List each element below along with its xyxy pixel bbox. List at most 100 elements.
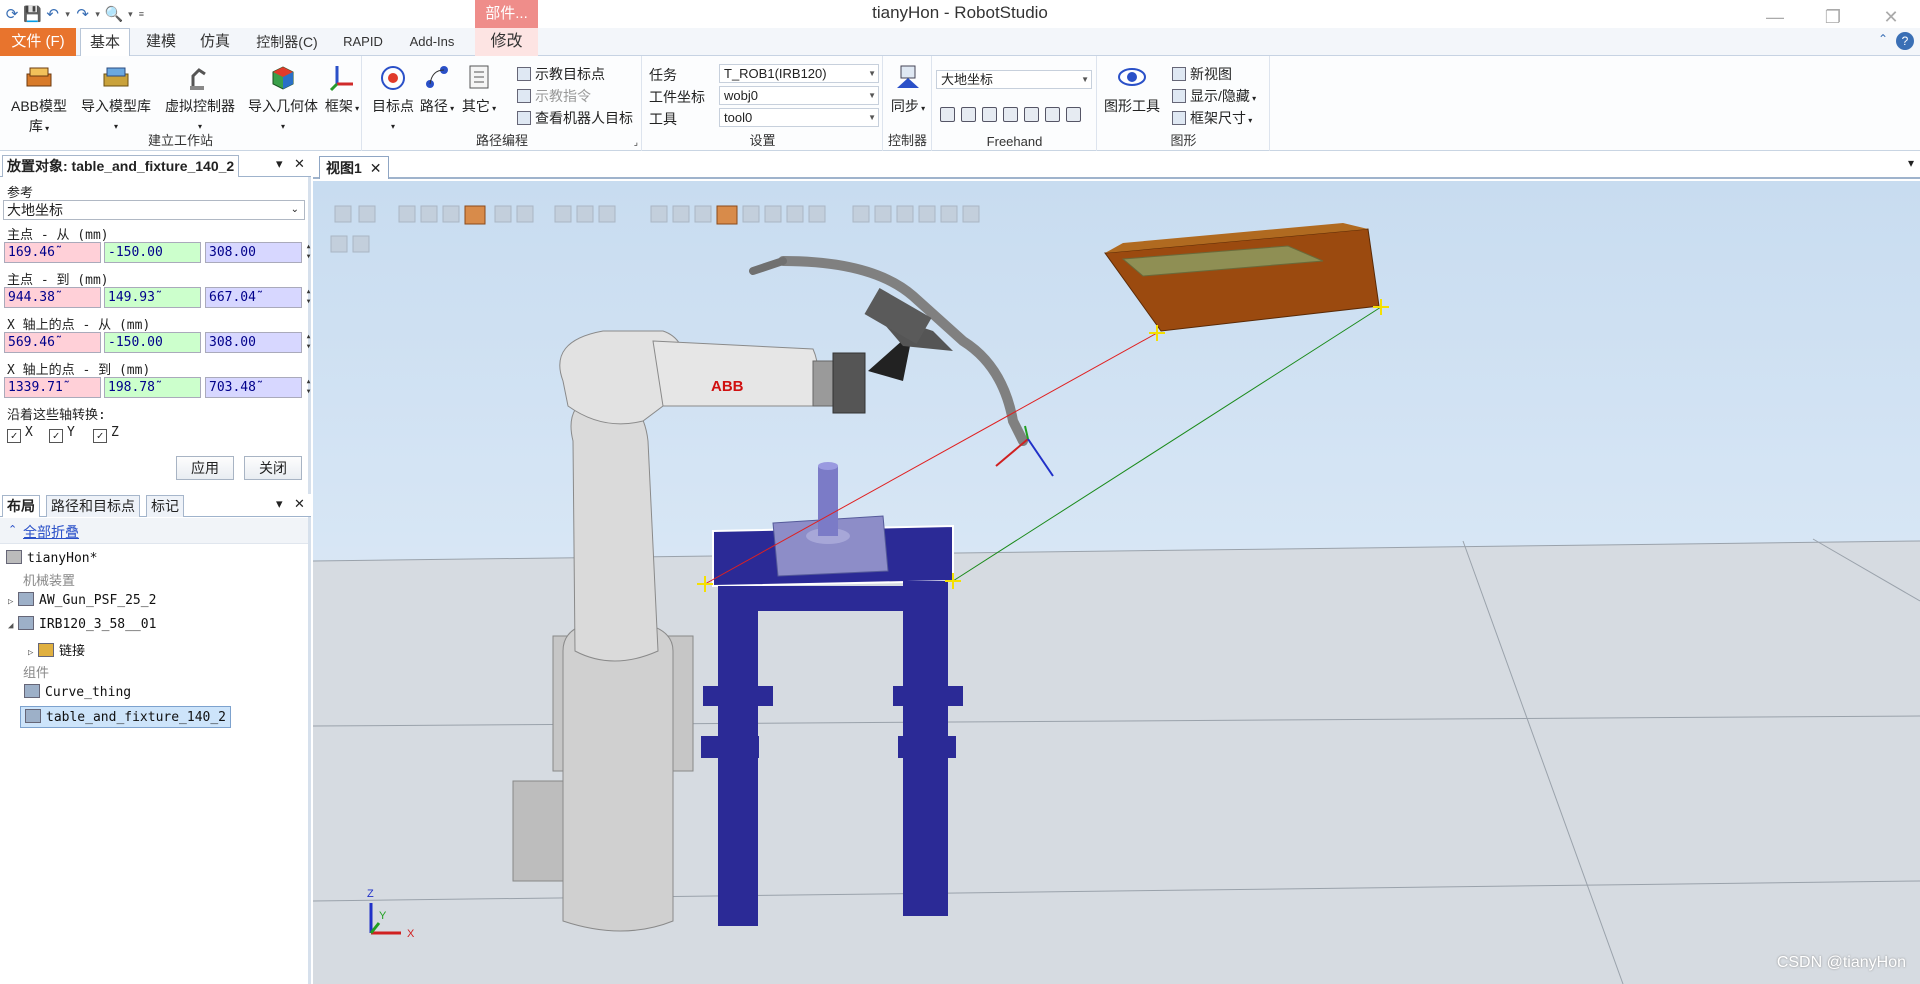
close-button[interactable]: 关闭 xyxy=(244,456,302,480)
x-from-x-field[interactable]: 569.46˜▲▼ xyxy=(4,332,109,353)
axis-z-checkbox[interactable]: ✓ Z xyxy=(93,425,119,443)
component-icon xyxy=(25,709,41,723)
x-to-x-field[interactable]: 1339.71˜▲▼ xyxy=(4,377,109,398)
multi-robot-jog-icon[interactable] xyxy=(1045,106,1060,122)
frame-icon xyxy=(329,66,353,92)
axis-y-checkbox[interactable]: ✓ Y xyxy=(49,425,75,443)
show-hide-icon xyxy=(1172,89,1186,103)
folder-icon xyxy=(38,643,54,657)
new-view-button[interactable]: 新视图 xyxy=(1172,64,1232,84)
watermark: CSDN @tianyHon xyxy=(1776,954,1906,971)
abb-library-button[interactable]: ABB模型库 ▾ xyxy=(5,62,73,134)
reference-label: 参考 xyxy=(7,186,34,201)
collapse-all-link[interactable]: 全部折叠 xyxy=(23,522,79,542)
rotate-icon[interactable] xyxy=(961,106,976,122)
task-combo[interactable]: T_ROB1(IRB120) ▼ xyxy=(719,64,879,83)
tab-tags[interactable]: 标记 xyxy=(146,495,184,517)
x-from-label: X 轴上的点 - 从 (mm) xyxy=(7,318,151,333)
group-label-freehand: Freehand xyxy=(986,134,1043,149)
import-library-button[interactable]: 导入模型库 ▾ xyxy=(80,62,152,131)
target-button[interactable]: 目标点 ▾ xyxy=(371,62,415,131)
tab-file[interactable]: 文件 (F) xyxy=(0,28,76,56)
panel-menu-icon[interactable]: ▾ xyxy=(276,496,283,512)
snap-icon[interactable] xyxy=(1066,106,1081,122)
move-icon[interactable] xyxy=(940,106,955,122)
other-button[interactable]: 其它 ▾ xyxy=(461,62,497,124)
import-geometry-button[interactable]: 导入几何体 ▾ xyxy=(246,62,320,131)
path-icon xyxy=(426,66,448,88)
dialog-launcher-icon[interactable]: ⌟ xyxy=(634,137,638,148)
panel-close-icon[interactable]: ✕ xyxy=(294,156,305,172)
tab-controller[interactable]: 控制器(C) xyxy=(248,28,326,56)
apply-button[interactable]: 应用 xyxy=(176,456,234,480)
x-to-y-field[interactable]: 198.78˜▲▼ xyxy=(104,377,209,398)
jog-joint-icon[interactable] xyxy=(982,106,997,122)
tab-view1[interactable]: 视图1 ✕ xyxy=(319,156,389,179)
group-label-path-programming: 路径编程 xyxy=(475,133,528,148)
placement-panel-tab[interactable]: 放置对象: table_and_fixture_140_2 xyxy=(2,155,240,177)
task-label: 任务 xyxy=(649,67,677,83)
tree-item-links[interactable]: ▷ 链接 xyxy=(28,640,85,659)
jog-reorient-icon[interactable] xyxy=(1024,106,1039,122)
tree-item-gun[interactable]: ▷ AW_Gun_PSF_25_2 xyxy=(8,592,156,608)
p1-to-x-field[interactable]: 944.38˜▲▼ xyxy=(4,287,109,308)
abb-library-icon xyxy=(26,67,52,87)
tab-modeling[interactable]: 建模 xyxy=(136,28,186,56)
p1-from-x-field[interactable]: 169.46˜▲▼ xyxy=(4,242,109,263)
sync-button[interactable]: 同步 ▾ xyxy=(888,62,928,124)
jog-linear-icon[interactable] xyxy=(1003,106,1018,122)
freehand-frame-combo[interactable]: 大地坐标 ▼ xyxy=(936,70,1092,89)
frame-button[interactable]: 框架 ▾ xyxy=(324,62,360,124)
tab-layout[interactable]: 布局 xyxy=(2,495,40,517)
show-hide-button[interactable]: 显示/隐藏 ▾ xyxy=(1172,86,1256,106)
group-path-programming: 目标点 ▾ 路径 ▾ 其它 ▾ 示教目标点 示教指令 查看机器人目标 路径编程 … xyxy=(363,56,642,151)
tree-item-curve-thing[interactable]: Curve_thing xyxy=(24,684,131,700)
tab-home[interactable]: 基本 xyxy=(80,28,130,57)
collapse-node-icon[interactable]: ◢ xyxy=(8,621,18,631)
frame-size-button[interactable]: 框架尺寸 ▾ xyxy=(1172,108,1252,128)
virtual-controller-button[interactable]: 虚拟控制器 ▾ xyxy=(162,62,238,131)
tab-paths-targets[interactable]: 路径和目标点 xyxy=(46,495,140,517)
check-icon: ✓ xyxy=(49,429,63,443)
help-icon[interactable]: ? xyxy=(1896,32,1914,50)
teach-instruction-button[interactable]: 示教指令 xyxy=(517,86,591,106)
fixture-block[interactable] xyxy=(1104,223,1380,332)
reference-combo[interactable]: 大地坐标 ⌄ xyxy=(3,200,305,220)
p1-to-z-field[interactable]: 667.04˜ ▲ ▼ xyxy=(205,287,310,308)
p1-from-z-field[interactable]: 308.00 ▲ ▼ xyxy=(205,242,310,263)
tool-combo[interactable]: tool0 ▼ xyxy=(719,108,879,127)
view-toolbar[interactable] xyxy=(330,205,980,253)
tab-modify[interactable]: 修改 xyxy=(475,28,538,56)
left-pane: 放置对象: table_and_fixture_140_2 ▾ ✕ 参考 大地坐… xyxy=(0,154,311,984)
expand-icon[interactable]: ▷ xyxy=(28,648,38,658)
tab-add-ins[interactable]: Add-Ins xyxy=(402,28,462,56)
collapse-bar: ⌃ 全部折叠 xyxy=(0,518,308,544)
graphics-tools-button[interactable]: 图形工具 xyxy=(1102,62,1162,124)
tree-item-table-fixture[interactable]: table_and_fixture_140_2 xyxy=(20,706,232,728)
chevron-down-icon: ⌄ xyxy=(290,204,299,215)
x-to-z-field[interactable]: 703.48˜ ▲ ▼ xyxy=(205,377,310,398)
x-from-z-field[interactable]: 308.00 ▲ ▼ xyxy=(205,332,310,353)
tree-station[interactable]: tianyHon* xyxy=(6,550,97,566)
collapse-ribbon-icon[interactable]: ⌃ xyxy=(1878,32,1888,46)
collapse-icon: ⌃ xyxy=(8,524,18,536)
axis-x-checkbox[interactable]: ✓ X xyxy=(7,425,33,443)
p1-to-y-field[interactable]: 149.93˜▲▼ xyxy=(104,287,209,308)
tab-rapid[interactable]: RAPID xyxy=(338,28,388,56)
view-menu-icon[interactable]: ▾ xyxy=(1908,156,1914,170)
panel-close-icon[interactable]: ✕ xyxy=(294,496,305,512)
panel-menu-icon[interactable]: ▾ xyxy=(276,156,283,172)
p1-from-y-field[interactable]: -150.00▲▼ xyxy=(104,242,209,263)
tab-simulation[interactable]: 仿真 xyxy=(190,28,240,56)
view-robot-target-button[interactable]: 查看机器人目标 xyxy=(517,108,633,128)
teach-target-button[interactable]: 示教目标点 xyxy=(517,64,605,84)
x-from-y-field[interactable]: -150.00▲▼ xyxy=(104,332,209,353)
path-button[interactable]: 路径 ▾ xyxy=(419,62,455,124)
eye-icon xyxy=(1118,68,1146,86)
wobj-combo[interactable]: wobj0 ▼ xyxy=(719,86,879,105)
teach-target-icon xyxy=(517,67,531,81)
tree-item-robot[interactable]: ◢ IRB120_3_58__01 xyxy=(8,616,156,632)
3d-viewport[interactable]: ABB Z X Y CSDN @tianyHon xyxy=(313,181,1920,984)
expand-icon[interactable]: ▷ xyxy=(8,597,18,607)
close-tab-icon[interactable]: ✕ xyxy=(370,160,382,176)
